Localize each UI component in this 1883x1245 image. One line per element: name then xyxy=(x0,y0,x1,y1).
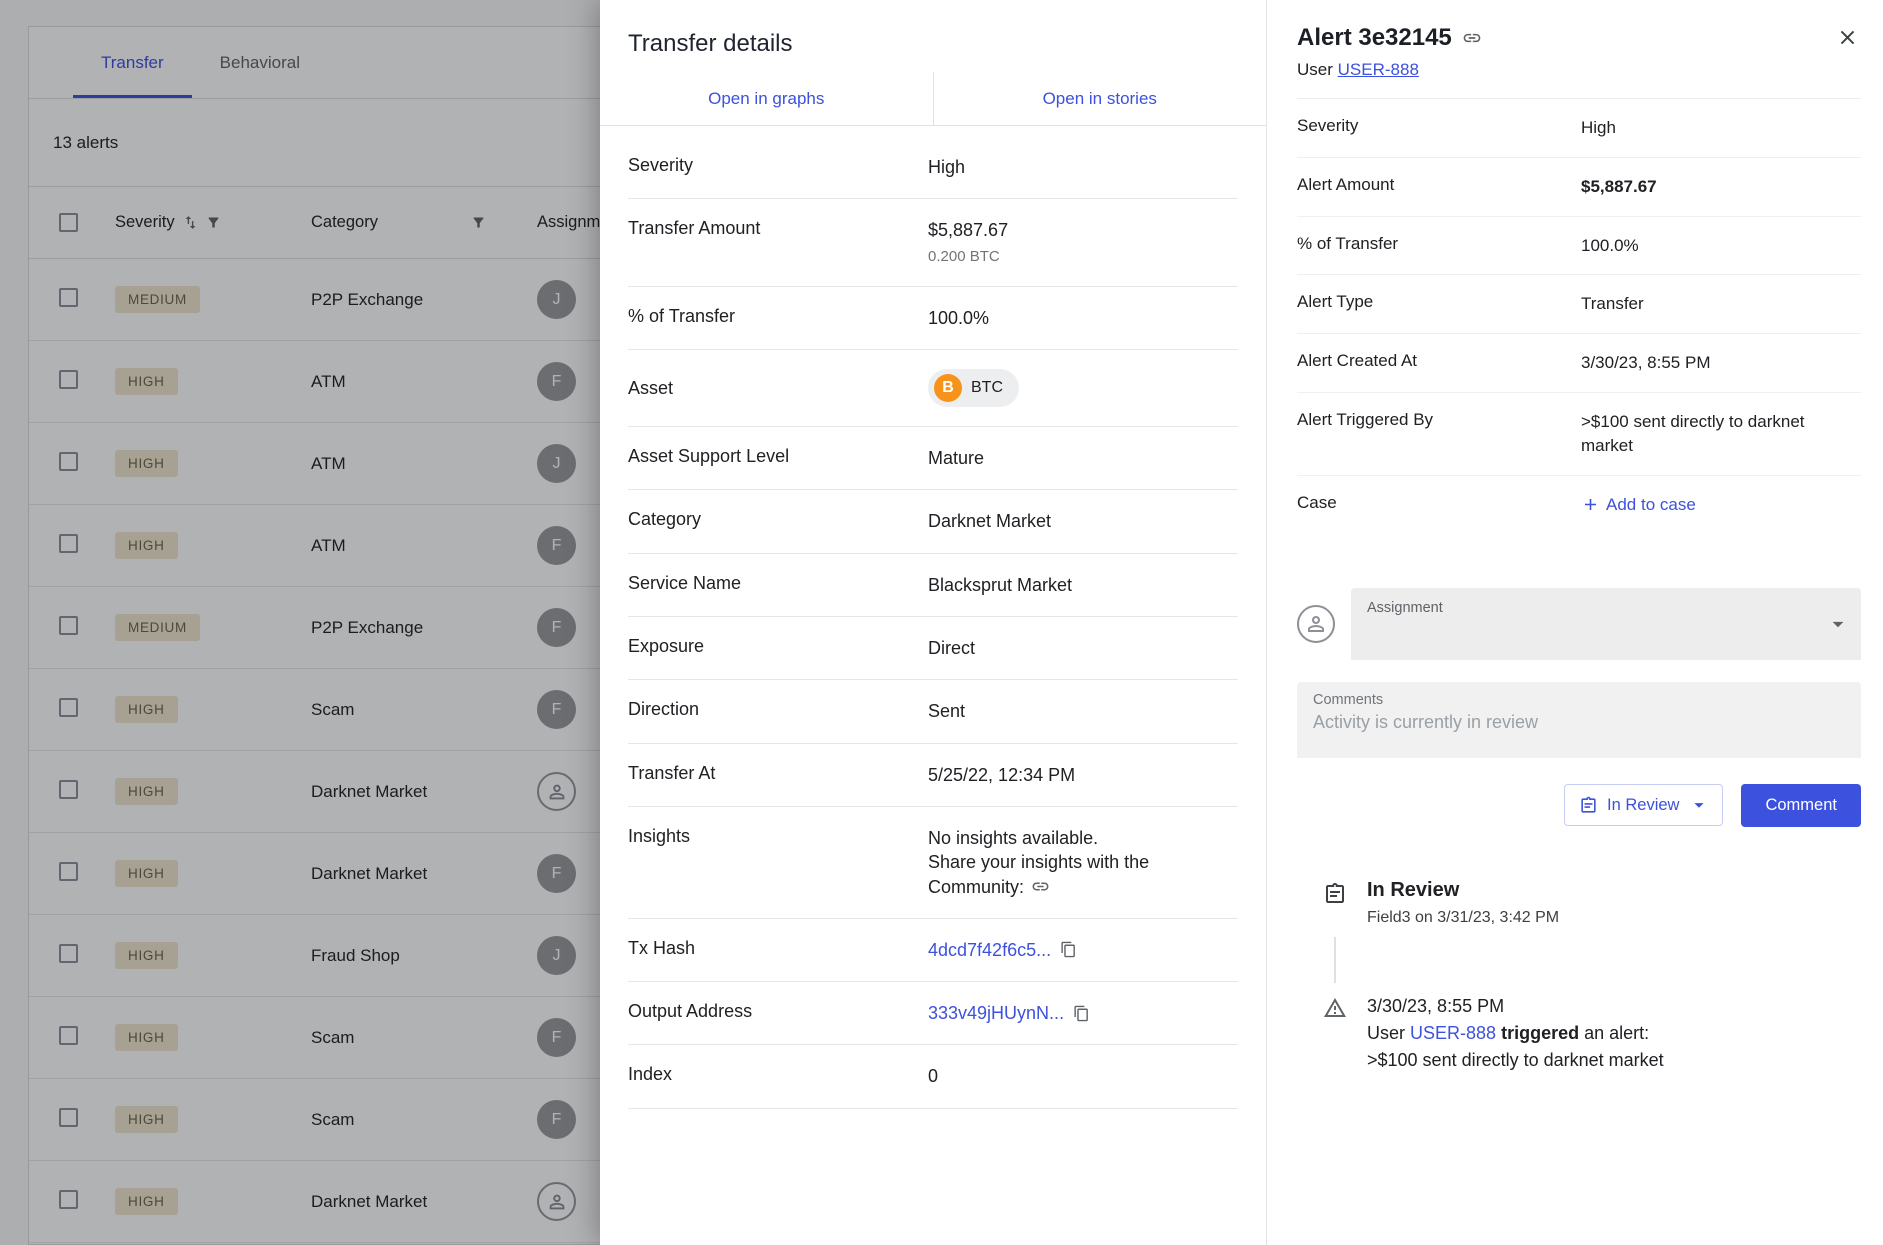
alert-type-value: Transfer xyxy=(1581,292,1861,316)
asset-support-level-value: Mature xyxy=(928,446,1238,470)
chevron-down-icon xyxy=(1825,611,1851,637)
comments-label: Comments xyxy=(1313,692,1845,708)
insights-line1: No insights available. xyxy=(928,826,1238,850)
close-icon[interactable] xyxy=(1834,24,1861,51)
field-label: Insights xyxy=(628,826,928,847)
copy-icon[interactable] xyxy=(1060,941,1077,958)
chevron-down-icon xyxy=(1688,794,1710,816)
assignment-label: Assignment xyxy=(1367,600,1443,616)
pct-of-transfer-value: 100.0% xyxy=(928,306,1238,330)
tx-hash-link[interactable]: 4dcd7f42f6c5... xyxy=(928,938,1051,962)
event-time: 3/30/23, 8:55 PM xyxy=(1367,993,1664,1020)
alert-amount-value: $5,887.67 xyxy=(1581,175,1861,199)
field-label: Asset Support Level xyxy=(628,446,928,467)
field-label: Severity xyxy=(628,155,928,176)
status-icon xyxy=(1579,796,1598,815)
field-label: Output Address xyxy=(628,1001,928,1022)
index-value: 0 xyxy=(928,1064,1238,1088)
field-label: Alert Amount xyxy=(1297,175,1581,195)
comments-field: Comments xyxy=(1297,682,1861,758)
field-label: % of Transfer xyxy=(1297,234,1581,254)
exposure-value: Direct xyxy=(928,636,1238,660)
alert-trigger-value: >$100 sent directly to darknet market xyxy=(1581,410,1861,458)
alert-details-panel: Alert 3e32145 User USER-888 SeverityHigh… xyxy=(1266,0,1883,1245)
field-label: Case xyxy=(1297,493,1581,513)
asset-name: BTC xyxy=(971,377,1003,399)
status-history-icon xyxy=(1321,879,1349,927)
field-label: Service Name xyxy=(628,573,928,594)
warning-icon xyxy=(1321,993,1349,1074)
open-in-stories-link[interactable]: Open in stories xyxy=(934,72,1267,125)
event-detail: >$100 sent directly to darknet market xyxy=(1367,1047,1664,1074)
status-dropdown-button[interactable]: In Review xyxy=(1564,784,1723,826)
alerts-table-region: Transfer Behavioral 13 alerts Severity C… xyxy=(0,0,600,1245)
direction-value: Sent xyxy=(928,699,1238,723)
assignee-person-icon xyxy=(1297,605,1335,643)
category-value: Darknet Market xyxy=(928,509,1238,533)
timeline-status-title: In Review xyxy=(1367,879,1559,902)
transfer-details-actions: Open in graphs Open in stories xyxy=(600,72,1266,126)
field-label: % of Transfer xyxy=(628,306,928,327)
transfer-at-value: 5/25/22, 12:34 PM xyxy=(928,763,1238,787)
alert-title: Alert 3e32145 xyxy=(1297,24,1452,52)
alert-permalink-icon[interactable] xyxy=(1462,28,1482,48)
timeline-connector xyxy=(1334,937,1336,983)
event-bold-word: triggered xyxy=(1501,1023,1579,1043)
activity-timeline: In Review Field3 on 3/31/23, 3:42 PM 3/3… xyxy=(1321,879,1861,1074)
alert-created-value: 3/30/23, 8:55 PM xyxy=(1581,351,1861,375)
comment-button[interactable]: Comment xyxy=(1741,784,1861,827)
copy-icon[interactable] xyxy=(1073,1005,1090,1022)
severity-value: High xyxy=(928,155,1238,179)
transfer-details-list: SeverityHigh Transfer Amount $5,887.67 0… xyxy=(600,136,1266,1109)
alert-pct-value: 100.0% xyxy=(1581,234,1861,258)
service-name-value: Blacksprut Market xyxy=(928,573,1238,597)
field-label: Asset xyxy=(628,378,928,399)
timeline-status-meta: Field3 on 3/31/23, 3:42 PM xyxy=(1367,909,1559,927)
alert-severity-value: High xyxy=(1581,116,1861,140)
event-user-link[interactable]: USER-888 xyxy=(1410,1023,1496,1043)
app-root: Transfer Behavioral 13 alerts Severity C… xyxy=(0,0,1883,1245)
field-label: Alert Type xyxy=(1297,292,1581,312)
timeline-status-entry: In Review Field3 on 3/31/23, 3:42 PM xyxy=(1321,879,1861,927)
event-suffix: an alert: xyxy=(1584,1023,1649,1043)
asset-chip[interactable]: B BTC xyxy=(928,369,1019,407)
transfer-amount-value: $5,887.67 xyxy=(928,218,1238,242)
field-label: Alert Created At xyxy=(1297,351,1581,371)
status-button-label: In Review xyxy=(1607,796,1679,815)
comments-input[interactable] xyxy=(1313,712,1845,750)
output-address-link[interactable]: 333v49jHUynN... xyxy=(928,1001,1064,1025)
field-label: Transfer At xyxy=(628,763,928,784)
add-to-case-label: Add to case xyxy=(1606,493,1696,517)
event-user-prefix: User xyxy=(1367,1023,1405,1043)
transfer-amount-btc: 0.200 BTC xyxy=(928,247,1238,267)
field-label: Tx Hash xyxy=(628,938,928,959)
transfer-details-panel: Transfer details Open in graphs Open in … xyxy=(600,0,1266,1245)
timeline-alert-entry: 3/30/23, 8:55 PM User USER-888 triggered… xyxy=(1321,993,1861,1074)
user-link[interactable]: USER-888 xyxy=(1338,60,1419,79)
open-in-graphs-link[interactable]: Open in graphs xyxy=(600,72,934,125)
assignment-select[interactable]: Assignment xyxy=(1351,588,1861,660)
field-label: Direction xyxy=(628,699,928,720)
field-label: Alert Triggered By xyxy=(1297,410,1581,430)
field-label: Severity xyxy=(1297,116,1581,136)
field-label: Index xyxy=(628,1064,928,1085)
user-label: User xyxy=(1297,60,1333,79)
bitcoin-icon: B xyxy=(934,374,962,402)
field-label: Category xyxy=(628,509,928,530)
modal-scrim[interactable] xyxy=(0,0,600,1245)
plus-icon xyxy=(1581,495,1600,514)
add-to-case-button[interactable]: Add to case xyxy=(1581,493,1696,517)
transfer-details-title: Transfer details xyxy=(600,0,1266,72)
field-label: Exposure xyxy=(628,636,928,657)
field-label: Transfer Amount xyxy=(628,218,928,239)
community-link-icon[interactable] xyxy=(1031,877,1050,896)
